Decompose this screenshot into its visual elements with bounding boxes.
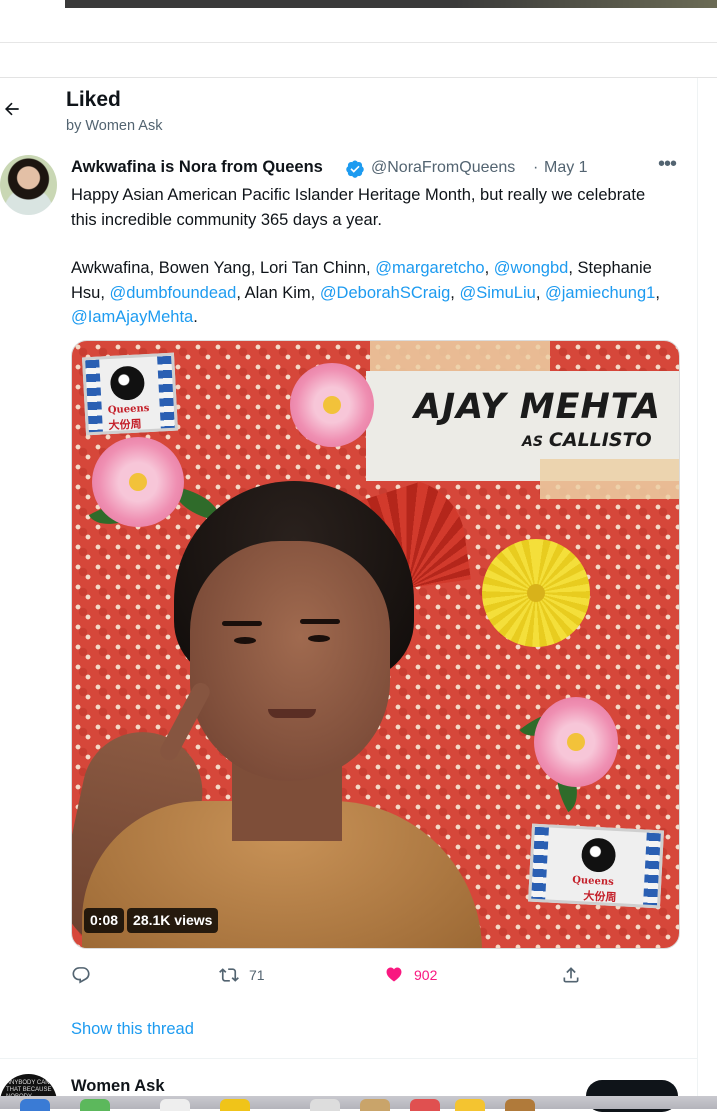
logo-cn-text: 大份周 (108, 418, 142, 433)
actor-photo (72, 481, 492, 948)
author-name[interactable]: Awkwafina is Nora from Queens (71, 158, 323, 177)
tweet-divider (0, 1058, 697, 1059)
tweet-video[interactable]: AJAY MEHTA AS CALLISTO Queens 大份周 Queens … (71, 340, 680, 949)
separator-dot: · (533, 159, 539, 176)
mention-iamajaymehta[interactable]: @IamAjayMehta (71, 308, 193, 326)
video-duration: 0:08 (84, 908, 125, 933)
show-logo-stamp: Queens 大份周 (82, 352, 178, 436)
pink-flower (534, 697, 618, 787)
text-span: , (535, 283, 546, 302)
pink-flower (290, 363, 374, 447)
mention-deborahscraig[interactable]: @DeborahSCraig (320, 284, 450, 302)
back-button[interactable] (0, 96, 24, 122)
page-subtitle[interactable]: by Women Ask (66, 118, 162, 134)
like-count: 902 (414, 967, 438, 983)
verified-badge-icon (346, 160, 364, 178)
text-span: , (484, 259, 494, 277)
video-views: 28.1K views (127, 908, 219, 933)
card-role: AS CALLISTO (522, 429, 652, 451)
text-span: Awkwafina, Bowen Yang, Lori Tan Chinn, (71, 259, 376, 277)
more-horizontal-icon: ••• (657, 153, 677, 175)
column-border (697, 78, 698, 1098)
tweet-actions: 71 902 (71, 960, 591, 990)
video-badge: 0:08 28.1K views (84, 908, 219, 933)
tweet-mentions-paragraph: Awkwafina, Bowen Yang, Lori Tan Chinn, @… (71, 256, 671, 330)
text-span: , Alan Kim, (236, 283, 320, 302)
browser-toolbar (0, 10, 717, 78)
mention-dumbfoundead[interactable]: @dumbfoundead (110, 284, 237, 302)
more-button[interactable]: ••• (654, 154, 680, 180)
text-span: , (655, 283, 660, 302)
like-button[interactable]: 902 (384, 960, 437, 990)
card-title: AJAY MEHTA (414, 387, 661, 427)
logo-cn-text: 大份周 (583, 890, 617, 905)
text-span: . (193, 308, 198, 326)
yellow-flower (482, 539, 590, 647)
share-icon (563, 967, 579, 983)
retweet-button[interactable]: 71 (219, 960, 265, 990)
tape-decoration (540, 459, 679, 499)
author-handle[interactable]: @NoraFromQueens (371, 159, 515, 177)
mention-jamiechung1[interactable]: @jamiechung1 (545, 284, 655, 302)
card-role-name: CALLISTO (548, 429, 652, 451)
retweet-count: 71 (249, 967, 265, 983)
show-thread-link[interactable]: Show this thread (71, 1020, 194, 1039)
show-logo-stamp: Queens 大份周 (528, 823, 664, 909)
tweet-paragraph: Happy Asian American Pacific Islander He… (71, 186, 646, 229)
heart-icon (386, 967, 402, 982)
mention-wongbd[interactable]: @wongbd (494, 259, 569, 277)
author-avatar[interactable] (0, 155, 57, 215)
tweet-date[interactable]: May 1 (544, 159, 588, 177)
mascot-icon (580, 837, 617, 873)
arrow-left-icon (5, 102, 19, 116)
os-dock (0, 1096, 717, 1111)
retweet-icon (219, 968, 239, 982)
mention-simuliu[interactable]: @SimuLiu (459, 284, 535, 302)
logo-text: Queens (571, 874, 615, 888)
reply-button[interactable] (71, 960, 101, 990)
tweet-text: Happy Asian American Pacific Islander He… (71, 183, 671, 330)
page-title: Liked (66, 88, 121, 111)
next-tweet-author-name[interactable]: Women Ask (71, 1077, 165, 1096)
share-button[interactable] (561, 960, 581, 990)
mention-margaretcho[interactable]: @margaretcho (375, 259, 484, 277)
logo-text: Queens (107, 403, 150, 417)
browser-chrome-strip (65, 0, 717, 8)
browser-top-bar (0, 0, 717, 10)
mascot-icon (109, 365, 146, 401)
card-as: AS (522, 434, 543, 450)
tape-decoration (370, 341, 550, 371)
reply-icon (72, 967, 90, 984)
